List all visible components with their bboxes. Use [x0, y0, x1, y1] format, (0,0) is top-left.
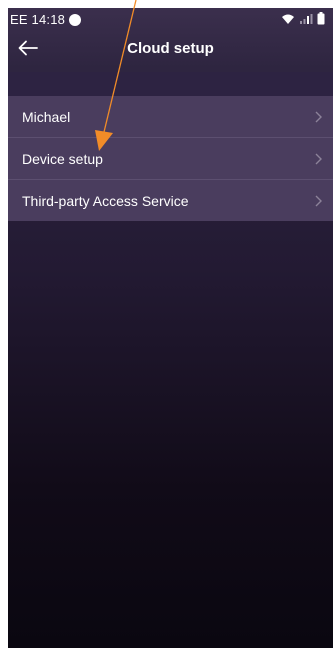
menu-item-label: Third-party Access Service — [22, 193, 189, 209]
chevron-right-icon — [315, 195, 322, 207]
wifi-icon — [282, 14, 294, 24]
status-time: EE 14:18 — [10, 12, 66, 27]
notification-dot-icon — [69, 14, 81, 26]
chevron-right-icon — [315, 153, 322, 165]
menu-list: Michael Device setup Third-party Access … — [8, 96, 333, 221]
menu-item-third-party-access[interactable]: Third-party Access Service — [8, 180, 333, 221]
menu-item-label: Michael — [22, 109, 71, 125]
menu-item-michael[interactable]: Michael — [8, 96, 333, 138]
chevron-right-icon — [315, 111, 322, 123]
header-spacer — [8, 72, 333, 96]
status-icons — [281, 12, 325, 25]
status-bar: EE 14:18 — [8, 8, 333, 32]
app-bar: Cloud setup — [8, 32, 333, 72]
phone-screen: EE 14:18 Cloud setup Michael Device setu… — [8, 8, 333, 648]
battery-icon — [317, 12, 325, 25]
menu-item-device-setup[interactable]: Device setup — [8, 138, 333, 180]
page-title: Cloud setup — [127, 40, 214, 57]
menu-item-label: Device setup — [22, 151, 103, 167]
signal-icon — [300, 13, 313, 24]
